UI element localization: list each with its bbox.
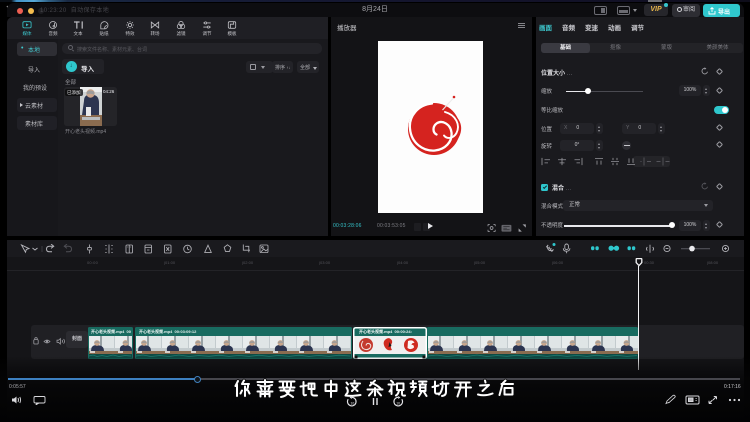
svg-text:10: 10 (396, 401, 400, 405)
svg-text:10: 10 (351, 401, 355, 405)
